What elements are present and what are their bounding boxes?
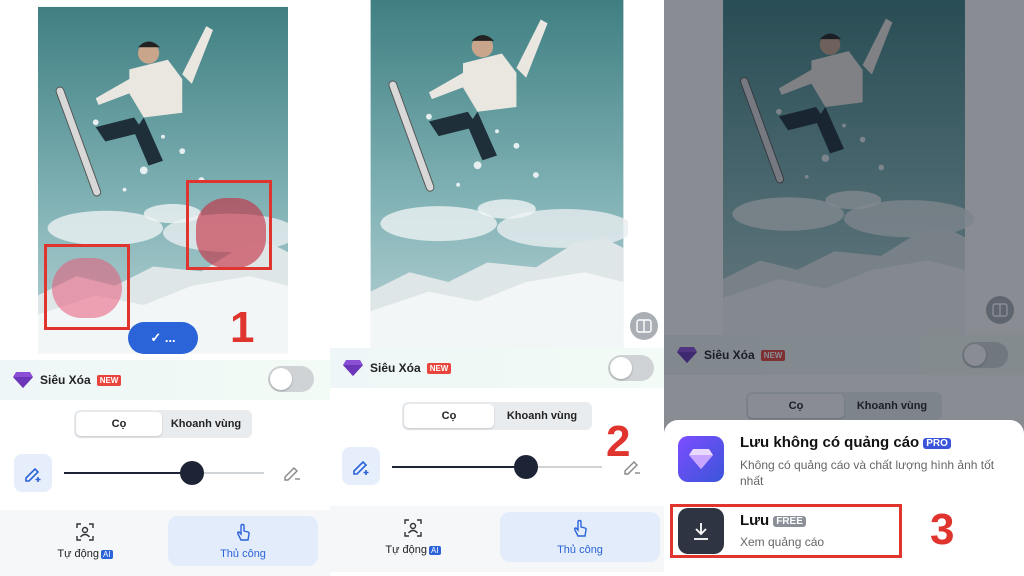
save-options-sheet: Lưu không có quảng cáo PRO Không có quảng… — [664, 420, 1024, 576]
brush-size-slider[interactable] — [64, 472, 264, 474]
diamond-icon — [343, 360, 363, 376]
scan-person-icon — [76, 523, 94, 541]
slider-knob[interactable] — [514, 455, 538, 479]
diamond-icon — [689, 449, 713, 469]
slider-fill — [392, 466, 529, 468]
screen-step-3: Siêu Xóa NEW Cọ Khoanh vùng Lưu không có… — [664, 0, 1024, 576]
screen-step-2: Siêu Xóa NEW Cọ Khoanh vùng 2 Tự động AI … — [330, 0, 664, 576]
bottom-tab-bar: Tự động AI Thủ công — [0, 510, 330, 576]
toggle-knob — [610, 357, 632, 379]
toggle-knob — [270, 368, 292, 390]
tab-manual-label: Thủ công — [220, 548, 266, 560]
brush-plus-icon — [353, 460, 369, 475]
photo-canvas[interactable] — [366, 0, 628, 350]
brush-minus-icon[interactable] — [282, 462, 302, 482]
compare-button[interactable] — [630, 312, 658, 340]
tab-auto-label: Tự động — [57, 548, 100, 560]
brush-size-slider[interactable] — [392, 466, 602, 468]
save-no-ads-description: Không có quảng cáo và chất lượng hình ản… — [740, 458, 995, 488]
tab-manual[interactable]: Thủ công — [500, 512, 660, 562]
super-erase-toggle[interactable] — [608, 355, 654, 381]
tab-auto[interactable]: Tự động AI — [358, 512, 468, 562]
hand-tap-icon — [236, 523, 250, 541]
step-number-3: 3 — [930, 505, 955, 554]
highlight-box-save — [670, 504, 902, 558]
save-no-ads-icon-tile — [678, 436, 724, 482]
tab-manual-label: Thủ công — [557, 544, 603, 556]
new-badge: NEW — [426, 362, 452, 374]
ai-badge: AI — [429, 546, 441, 555]
bottom-tab-bar: Tự động AI Thủ công — [330, 506, 664, 572]
slider-fill — [64, 472, 194, 474]
super-erase-label: Siêu Xóa — [370, 361, 421, 375]
diamond-icon — [13, 372, 33, 388]
hand-tap-icon — [573, 519, 587, 537]
highlight-box-small — [44, 244, 130, 330]
tab-brush[interactable]: Cọ — [404, 404, 494, 428]
highlight-box-large — [186, 180, 272, 270]
screen-step-1: ✓ ... 1 Siêu Xóa NEW Cọ Khoanh vùng Tự đ… — [0, 0, 330, 576]
tab-manual[interactable]: Thủ công — [168, 516, 318, 566]
brush-plus-icon — [25, 467, 41, 482]
brush-minus-icon[interactable] — [622, 456, 642, 476]
step-number-1: 1 — [230, 303, 255, 352]
photo-image — [366, 0, 628, 350]
tab-auto-label: Tự động — [385, 544, 428, 556]
tab-region[interactable]: Khoanh vùng — [162, 412, 250, 436]
super-erase-label: Siêu Xóa — [40, 373, 91, 387]
tab-brush[interactable]: Cọ — [76, 412, 162, 436]
mode-segmented-control: Cọ Khoanh vùng — [74, 410, 252, 438]
new-badge: NEW — [96, 374, 122, 386]
mode-segmented-control: Cọ Khoanh vùng — [402, 402, 592, 430]
compare-icon — [636, 319, 652, 333]
pro-badge: PRO — [923, 437, 951, 449]
brush-add-button[interactable] — [14, 454, 52, 492]
save-no-ads-title: Lưu không có quảng cáo — [740, 434, 920, 451]
scan-person-icon — [404, 519, 422, 537]
brush-add-button[interactable] — [342, 447, 380, 485]
slider-knob[interactable] — [180, 461, 204, 485]
tab-auto[interactable]: Tự động AI — [30, 516, 140, 566]
save-no-ads-option[interactable]: Lưu không có quảng cáo PRO — [740, 434, 951, 451]
super-erase-toggle[interactable] — [268, 366, 314, 392]
confirm-button[interactable]: ✓ ... — [128, 322, 198, 354]
ai-badge: AI — [101, 550, 113, 559]
tab-region[interactable]: Khoanh vùng — [494, 404, 590, 428]
